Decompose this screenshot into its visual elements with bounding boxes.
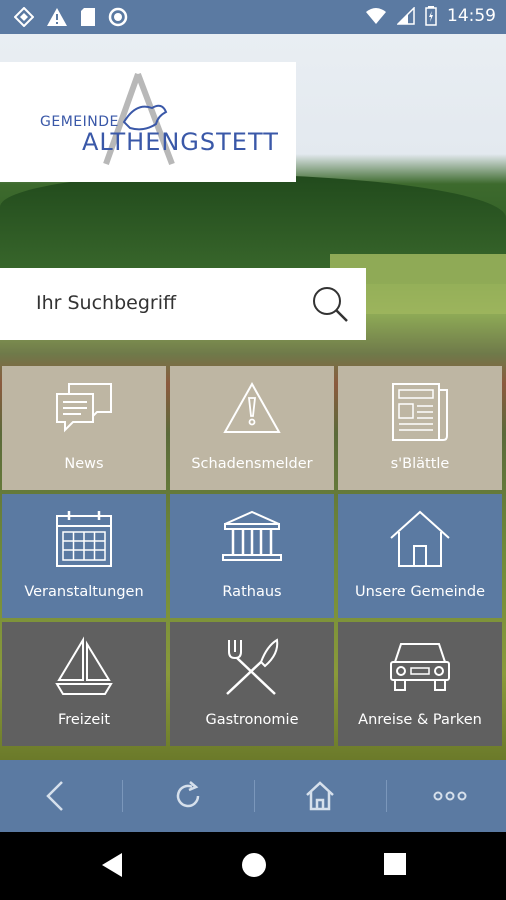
home-button[interactable] — [290, 776, 350, 816]
speech-bubbles-icon — [56, 383, 112, 433]
cell-signal-icon — [397, 7, 415, 25]
reload-button[interactable] — [158, 776, 218, 816]
tile-label: Freizeit — [57, 712, 111, 728]
tile-rathaus[interactable]: Rathaus — [170, 494, 334, 618]
tile-schadensmelder[interactable]: Schadensmelder — [170, 366, 334, 490]
tile-label: Rathaus — [222, 584, 282, 600]
tile-label: Anreise & Parken — [358, 712, 482, 728]
tile-freizeit[interactable]: Freizeit — [2, 622, 166, 746]
tile-gastronomie[interactable]: Gastronomie — [170, 622, 334, 746]
warning-status-icon — [47, 8, 67, 26]
record-icon — [108, 7, 128, 27]
chevron-left-icon — [46, 781, 63, 811]
townhall-icon — [222, 510, 282, 561]
app-navbar — [0, 760, 506, 832]
more-button[interactable] — [420, 776, 480, 816]
tile-blaettle[interactable]: s'Blättle — [338, 366, 502, 490]
battery-icon — [425, 6, 437, 26]
tile-label: Gastronomie — [205, 712, 299, 728]
tile-veranstaltungen[interactable]: Veranstaltungen — [2, 494, 166, 618]
tile-anreise-parken[interactable]: Anreise & Parken — [338, 622, 502, 746]
house-icon — [390, 510, 450, 567]
tile-label: s'Blättle — [390, 456, 450, 472]
sailboat-icon — [55, 636, 113, 695]
tile-news[interactable]: News — [2, 366, 166, 490]
newspaper-icon — [392, 383, 448, 441]
sd-card-icon — [81, 8, 95, 26]
signal-sync-icon — [14, 7, 34, 27]
municipality-logo: GEMEINDE ALTHENGSTETT — [0, 62, 296, 182]
system-home-icon[interactable] — [241, 852, 267, 878]
calendar-icon — [56, 511, 112, 567]
reload-icon — [176, 781, 200, 808]
clock: 14:59 — [447, 6, 496, 26]
car-icon — [390, 643, 450, 691]
search-placeholder: Ihr Suchbegriff — [36, 292, 177, 314]
tile-label: News — [64, 456, 104, 472]
home-icon — [306, 781, 334, 811]
tile-label: Unsere Gemeinde — [355, 584, 485, 600]
search-field[interactable]: Ihr Suchbegriff — [0, 268, 366, 340]
logo-text-big: ALTHENGSTETT — [82, 128, 279, 156]
search-icon[interactable] — [310, 284, 350, 324]
wifi-icon — [366, 8, 386, 24]
status-bar: 14:59 — [0, 0, 506, 34]
tile-unsere-gemeinde[interactable]: Unsere Gemeinde — [338, 494, 502, 618]
back-button[interactable] — [26, 776, 86, 816]
system-recents-icon[interactable] — [383, 852, 407, 876]
home-content: GEMEINDE ALTHENGSTETT Ihr Suchbegriff Ne… — [0, 34, 506, 760]
warning-icon — [223, 381, 281, 433]
system-navigation-bar — [0, 832, 506, 900]
tile-label: Schadensmelder — [191, 456, 313, 472]
cutlery-icon — [226, 638, 279, 695]
tile-label: Veranstaltungen — [24, 584, 144, 600]
more-dots-icon — [433, 791, 467, 801]
system-back-icon[interactable] — [100, 852, 124, 878]
